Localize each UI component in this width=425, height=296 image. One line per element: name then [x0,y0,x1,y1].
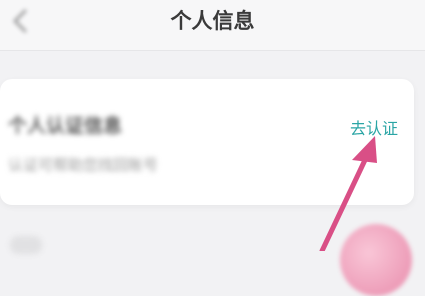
page-title: 个人信息 [170,9,255,33]
verify-button[interactable]: 去认证 [350,115,398,139]
next-row-label [10,236,42,254]
card-title: 个人认证信息 [8,115,123,137]
card-subtitle: 认证可帮助您找回账号 [8,156,159,174]
identity-verification-card: 个人认证信息 认证可帮助您找回账号 去认证 [0,79,414,205]
avatar [340,224,412,296]
header-bar: 个人信息 [0,0,425,51]
